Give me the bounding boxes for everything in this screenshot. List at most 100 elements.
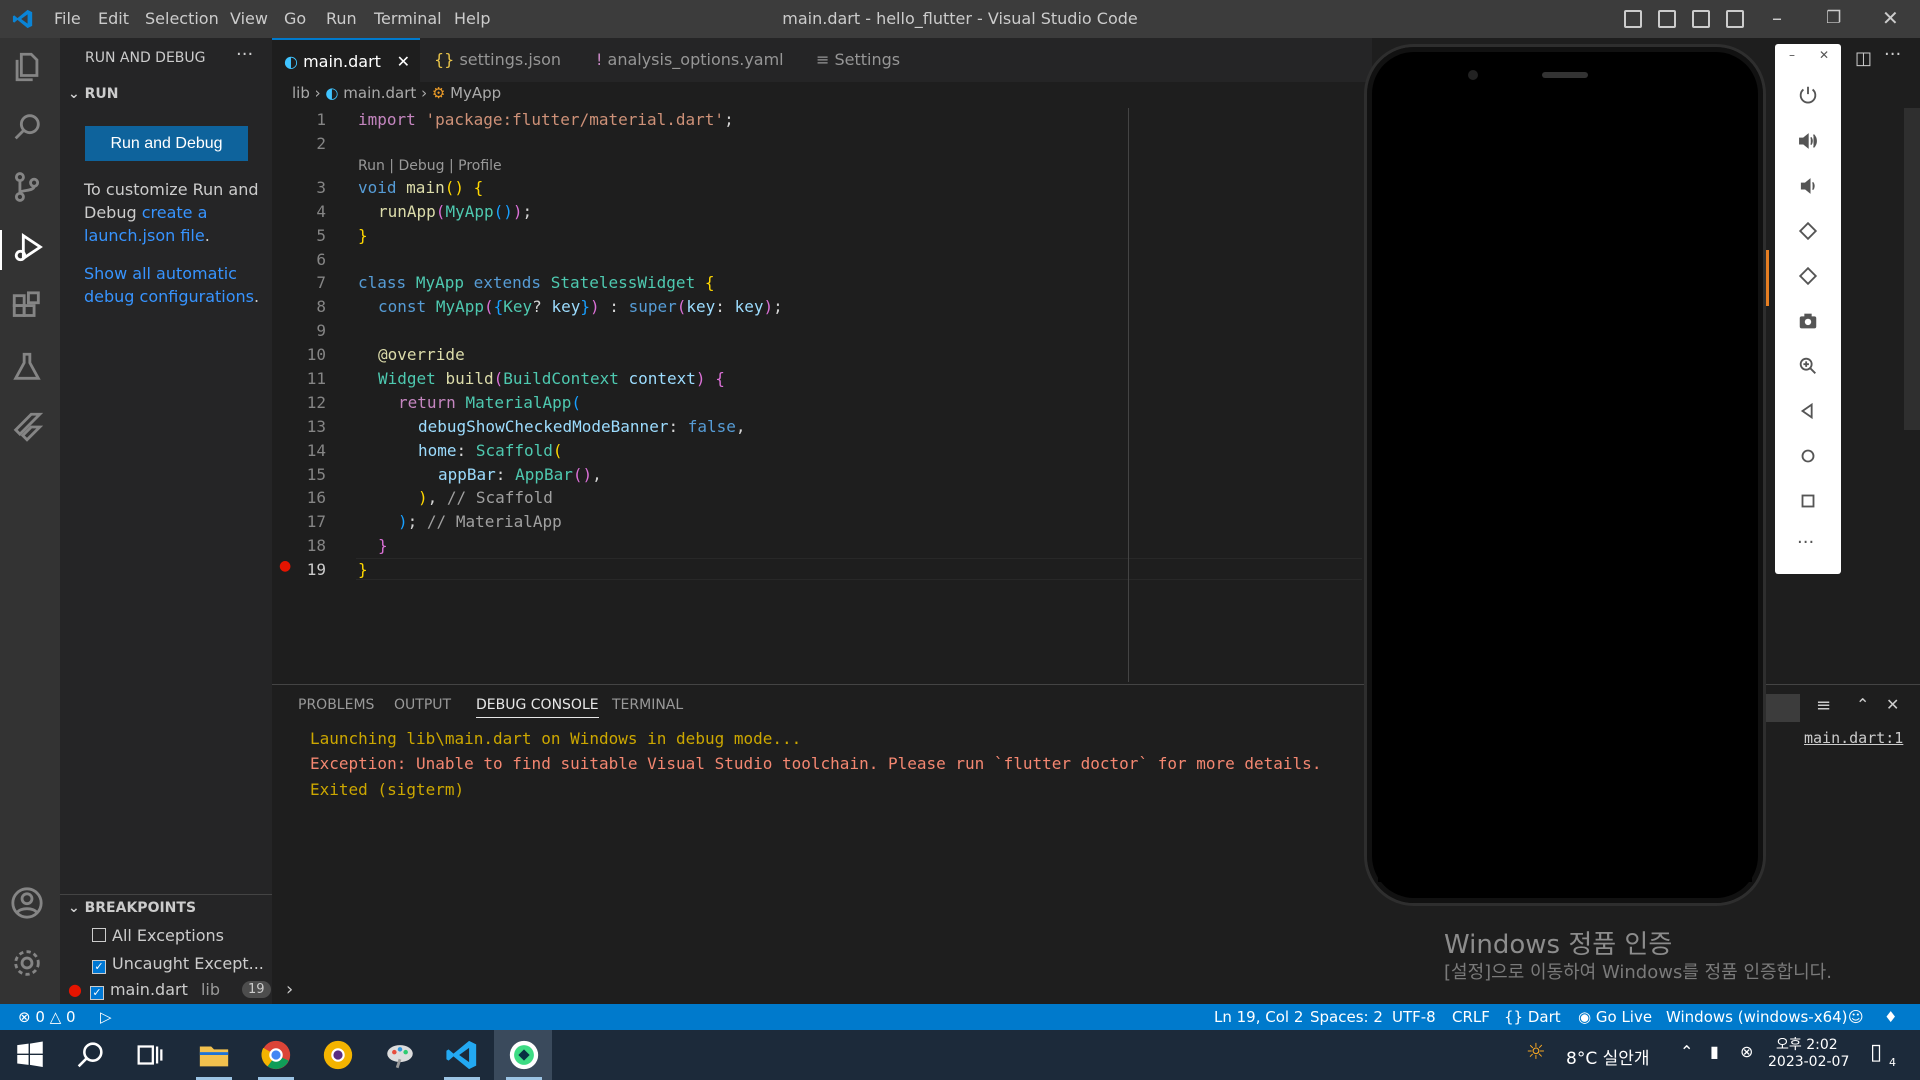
tab-main-dart[interactable]: ◐ main.dart ✕ [272,38,420,82]
rotate-right-icon[interactable] [1797,265,1819,287]
paint-app-icon[interactable] [382,1038,418,1072]
close-tab-icon[interactable]: ✕ [397,40,410,84]
power-icon[interactable] [1797,84,1819,106]
go-live[interactable]: ◉ Go Live [1578,1008,1652,1026]
create-launch-json-link[interactable]: create a [142,203,208,222]
console-filter-input[interactable] [1764,694,1800,722]
accounts-icon[interactable] [10,886,50,926]
codelens-actions[interactable]: Run | Debug | Profile [358,158,502,174]
sidebar-title: RUN AND DEBUG [85,50,206,66]
chrome-icon[interactable] [258,1038,294,1072]
source-link[interactable]: main.dart:1 [1804,729,1903,747]
tab-debug-console[interactable]: DEBUG CONSOLE [476,697,599,718]
extensions-icon[interactable] [10,290,50,330]
emulator-minimize-icon[interactable]: – [1789,48,1795,62]
breakpoint-uncaught-exceptions[interactable]: ✓ Uncaught Except... [92,954,264,974]
checkbox[interactable] [92,928,106,942]
tab-analysis-options[interactable]: ! analysis_options.yaml [584,38,802,82]
line-endings[interactable]: CRLF [1452,1008,1490,1026]
launch-json-link[interactable]: launch.json file [84,226,205,245]
split-editor-icon[interactable]: ◫ [1855,48,1872,69]
breakpoints-header[interactable]: ⌄ BREAKPOINTS [68,900,196,916]
minimize-icon[interactable]: – [1772,6,1782,30]
source-control-icon[interactable] [10,170,50,210]
indentation[interactable]: Spaces: 2 [1310,1008,1383,1026]
tab-output[interactable]: OUTPUT [394,697,451,713]
battery-icon[interactable]: ▮ [1710,1042,1719,1061]
windows-start-icon[interactable] [12,1038,48,1072]
show-hidden-icons-icon[interactable]: ⌃ [1680,1042,1693,1061]
weather-icon[interactable]: ☼ [1526,1040,1546,1065]
action-center-icon[interactable]: ▯ [1870,1040,1882,1065]
tab-settings-json[interactable]: {} settings.json [422,38,582,82]
tab-terminal[interactable]: TERMINAL [612,697,683,713]
weather-text[interactable]: 8°C 실안개 [1566,1044,1650,1069]
camera-screenshot-icon[interactable] [1797,310,1819,332]
flutter-icon[interactable] [10,410,50,450]
windows-taskbar: ☼ 8°C 실안개 ⌃ ▮ ⊗ 오후 2:02 2023-02-07 ▯ 4 [0,1030,1920,1080]
breadcrumb-folder[interactable]: lib [292,84,310,102]
file-explorer-icon[interactable] [196,1038,232,1072]
emulator-more-icon[interactable]: ··· [1797,532,1814,553]
problems-status[interactable]: ⊗ 0 △ 0 [18,1008,76,1026]
breadcrumb-symbol[interactable]: MyApp [450,84,501,102]
feedback-icon[interactable]: ☺ [1848,1008,1864,1026]
tab-settings[interactable]: ≡ Settings [804,38,944,82]
breadcrumb-file[interactable]: main.dart [343,84,416,102]
checkbox-checked[interactable]: ✓ [92,960,106,974]
toggle-panel-icon[interactable] [1658,10,1676,28]
breakpoint-all-exceptions[interactable]: All Exceptions [92,926,224,945]
explorer-icon[interactable] [10,50,50,90]
back-icon[interactable] [1797,400,1819,422]
clock-time[interactable]: 오후 2:02 [1776,1034,1838,1054]
code-line: const MyApp({Key? key}) : super(key: key… [378,297,783,316]
language-mode[interactable]: {} Dart [1504,1008,1561,1026]
task-view-icon[interactable] [132,1038,168,1072]
more-actions-icon[interactable]: ··· [236,44,253,65]
vscode-taskbar-icon[interactable] [444,1038,480,1072]
breakpoint-dot-icon[interactable]: ● [279,558,291,574]
debug-status-icon[interactable]: ▷ [100,1008,112,1026]
toggle-secondary-sidebar-icon[interactable] [1692,10,1710,28]
show-debug-configs-link-2[interactable]: debug configurations [84,287,254,306]
editor-more-actions-icon[interactable]: ··· [1884,44,1901,65]
flutter-device[interactable]: Windows (windows-x64) [1666,1008,1848,1026]
close-window-icon[interactable]: ✕ [1882,6,1899,30]
checkbox-checked[interactable]: ✓ [89,986,104,1000]
maximize-panel-icon[interactable]: ⌃ [1856,695,1869,714]
phone-emulator-screen[interactable] [1378,96,1752,882]
search-icon[interactable] [72,1038,108,1072]
run-debug-icon[interactable] [0,230,60,270]
toggle-primary-sidebar-icon[interactable] [1624,10,1642,28]
testing-icon[interactable] [10,350,50,390]
notifications-bell-icon[interactable]: ♦ [1884,1008,1897,1026]
console-prompt-chevron-icon[interactable]: › [286,979,293,1000]
settings-gear-icon[interactable] [10,946,50,986]
breakpoint-main-dart[interactable]: ● ✓ main.dart lib 19 [68,980,271,1000]
restore-icon[interactable]: ❐ [1826,8,1841,28]
run-and-debug-button[interactable]: Run and Debug [85,126,248,161]
rotate-left-icon[interactable] [1797,220,1819,242]
zoom-icon[interactable] [1797,355,1819,377]
encoding[interactable]: UTF-8 [1392,1008,1436,1026]
customize-layout-icon[interactable] [1726,10,1744,28]
clear-console-icon[interactable]: ≡ [1816,695,1831,716]
overview-icon[interactable] [1797,490,1819,512]
tab-problems[interactable]: PROBLEMS [298,697,374,713]
editor-scrollbar[interactable] [1904,108,1920,430]
home-icon[interactable] [1797,445,1819,467]
volume-up-icon[interactable] [1797,130,1819,152]
run-section-header[interactable]: ⌄ RUN [68,86,118,102]
settings-editor-icon: ≡ [816,50,830,69]
cursor-position[interactable]: Ln 19, Col 2 [1214,1008,1303,1026]
mute-icon[interactable]: ⊗ [1740,1042,1753,1061]
class-symbol-icon: ⚙ [431,84,446,102]
emulator-close-icon[interactable]: ✕ [1819,48,1829,62]
chrome-canary-icon[interactable] [320,1038,356,1072]
android-studio-icon[interactable] [506,1038,542,1072]
show-debug-configs-link[interactable]: Show all automatic [84,264,237,283]
clock-date[interactable]: 2023-02-07 [1768,1054,1849,1070]
volume-down-icon[interactable] [1797,175,1819,197]
search-icon[interactable] [10,110,50,150]
close-panel-icon[interactable]: ✕ [1886,695,1899,714]
